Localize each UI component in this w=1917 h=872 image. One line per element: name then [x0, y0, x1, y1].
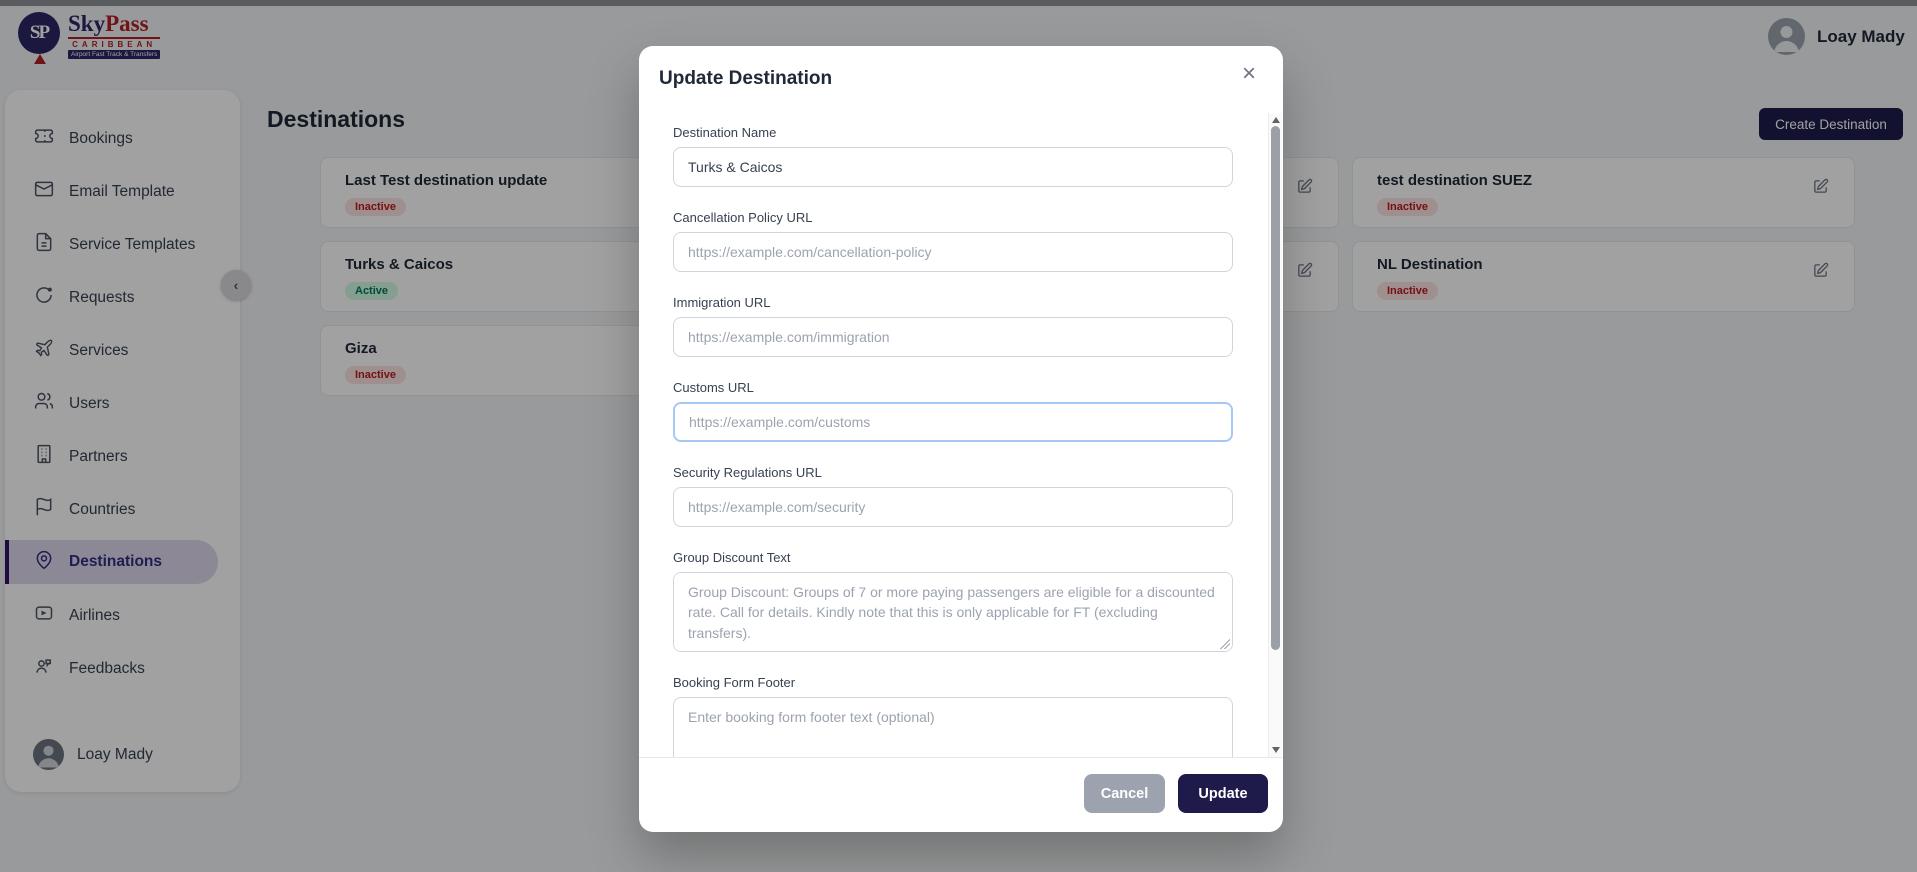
- field-booking-form-footer: Booking Form Footer: [673, 675, 1233, 757]
- field-destination-name: Destination Name: [673, 125, 1233, 187]
- field-label: Booking Form Footer: [673, 675, 796, 690]
- field-cancellation-policy-url: Cancellation Policy URL: [673, 210, 1233, 272]
- modal-header: Update Destination ×: [639, 46, 1283, 113]
- security-regulations-url-input[interactable]: [673, 487, 1233, 527]
- immigration-url-input[interactable]: [673, 317, 1233, 357]
- update-button[interactable]: Update: [1178, 774, 1268, 813]
- scrollbar-thumb[interactable]: [1271, 126, 1280, 650]
- group-discount-textarea[interactable]: [673, 572, 1233, 652]
- field-label: Security Regulations URL: [673, 465, 822, 480]
- scroll-down-icon[interactable]: [1272, 747, 1280, 753]
- update-destination-modal: Update Destination × Destination Name Ca…: [639, 46, 1283, 832]
- scroll-up-icon[interactable]: [1272, 117, 1280, 123]
- close-glyph: ×: [1241, 60, 1256, 87]
- booking-form-footer-textarea[interactable]: [673, 697, 1233, 757]
- field-label: Group Discount Text: [673, 550, 791, 565]
- customs-url-input[interactable]: [673, 402, 1233, 442]
- field-customs-url: Customs URL: [673, 380, 1233, 442]
- field-group-discount-text: Group Discount Text: [673, 550, 1233, 652]
- field-label: Immigration URL: [673, 295, 771, 310]
- modal-scrollbar[interactable]: [1268, 113, 1282, 757]
- field-label: Destination Name: [673, 125, 777, 140]
- field-immigration-url: Immigration URL: [673, 295, 1233, 357]
- modal-body: Destination Name Cancellation Policy URL…: [639, 113, 1269, 757]
- destination-name-input[interactable]: [673, 147, 1233, 187]
- cancellation-policy-url-input[interactable]: [673, 232, 1233, 272]
- modal-footer: Cancel Update: [639, 757, 1283, 832]
- field-security-regulations-url: Security Regulations URL: [673, 465, 1233, 527]
- resize-handle[interactable]: [1220, 639, 1230, 649]
- modal-title: Update Destination: [659, 68, 833, 89]
- cancel-button[interactable]: Cancel: [1084, 774, 1165, 813]
- field-label: Cancellation Policy URL: [673, 210, 813, 225]
- field-label: Customs URL: [673, 380, 754, 395]
- close-icon[interactable]: ×: [1235, 60, 1263, 88]
